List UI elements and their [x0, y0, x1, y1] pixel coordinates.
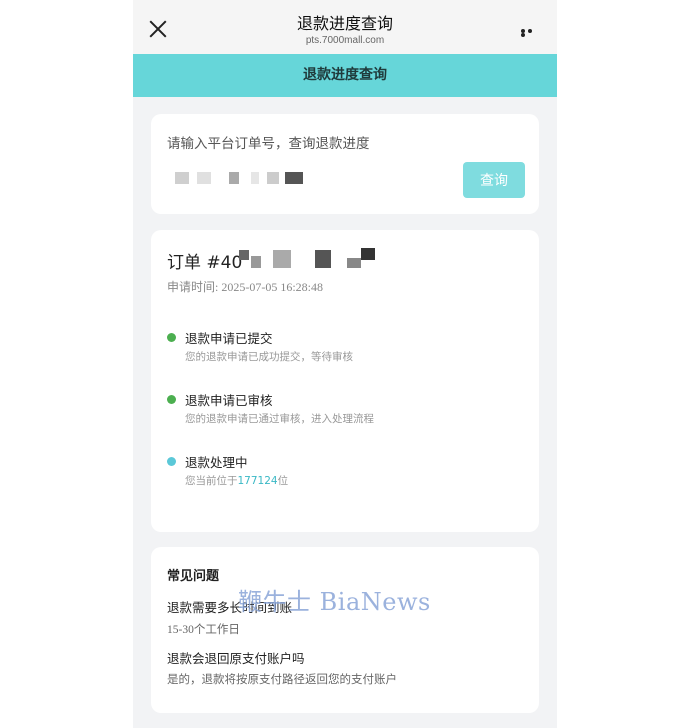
faq-card: 常见问题 退款需要多长时间到账 15-30个工作日 退款会退回原支付账户吗 是的… — [151, 547, 539, 713]
faq-heading: 常见问题 — [167, 569, 220, 584]
status-dot-icon — [167, 457, 176, 466]
search-card: 请输入平台订单号，查询退款进度 查询 — [151, 114, 539, 214]
status-dot-icon — [167, 333, 176, 342]
obscured-text — [273, 250, 291, 268]
obscured-text — [315, 250, 331, 268]
obscured-text — [239, 250, 249, 260]
obscured-text — [251, 256, 261, 268]
apply-time: 申请时间: 2025-07-05 16:28:48 — [167, 280, 323, 294]
phone-screen: 退款进度查询 pts.7000mall.com 退款进度查询 请输入平台订单号，… — [133, 0, 557, 728]
step-title: 退款处理中 — [185, 455, 248, 470]
obscured-text — [361, 248, 375, 260]
queue-position: 177124 — [237, 475, 278, 487]
step-desc: 您的退款申请已成功提交，等待审核 — [185, 351, 353, 363]
query-button[interactable]: 查询 — [463, 162, 525, 198]
obscured-text — [197, 172, 211, 184]
faq-answer: 15-30个工作日 — [167, 624, 240, 636]
step-desc: 您的退款申请已通过审核，进入处理流程 — [185, 413, 374, 425]
obscured-text — [285, 172, 303, 184]
obscured-text — [229, 172, 239, 184]
search-label: 请输入平台订单号，查询退款进度 — [167, 136, 370, 152]
title-block: 退款进度查询 pts.7000mall.com — [133, 14, 557, 47]
order-title: 订单 #40 — [167, 253, 243, 273]
obscured-text — [175, 172, 189, 184]
app-url: pts.7000mall.com — [305, 35, 385, 46]
obscured-text — [267, 172, 279, 184]
step-title: 退款申请已提交 — [185, 331, 273, 346]
faq-question: 退款会退回原支付账户吗 — [167, 651, 305, 666]
obscured-text — [251, 172, 259, 184]
step-desc: 您当前位于177124位 — [185, 473, 288, 488]
top-bar: 退款进度查询 pts.7000mall.com — [133, 0, 557, 54]
step-title: 退款申请已审核 — [185, 393, 273, 408]
status-dot-icon — [167, 395, 176, 404]
queue-prefix: 您当前位于 — [185, 475, 238, 487]
watermark: 鞭牛士 BiaNews — [238, 588, 431, 616]
app-title: 退款进度查询 — [296, 14, 393, 33]
refund-progress-card: 订单 #40 申请时间: 2025-07-05 16:28:48 退款申请已提交… — [151, 230, 539, 532]
faq-answer: 是的，退款将按原支付路径返回您的支付账户 — [167, 672, 397, 686]
more-icon[interactable] — [521, 29, 541, 37]
page-header: 退款进度查询 — [133, 54, 557, 97]
obscured-text — [347, 258, 361, 268]
queue-suffix: 位 — [277, 475, 289, 487]
